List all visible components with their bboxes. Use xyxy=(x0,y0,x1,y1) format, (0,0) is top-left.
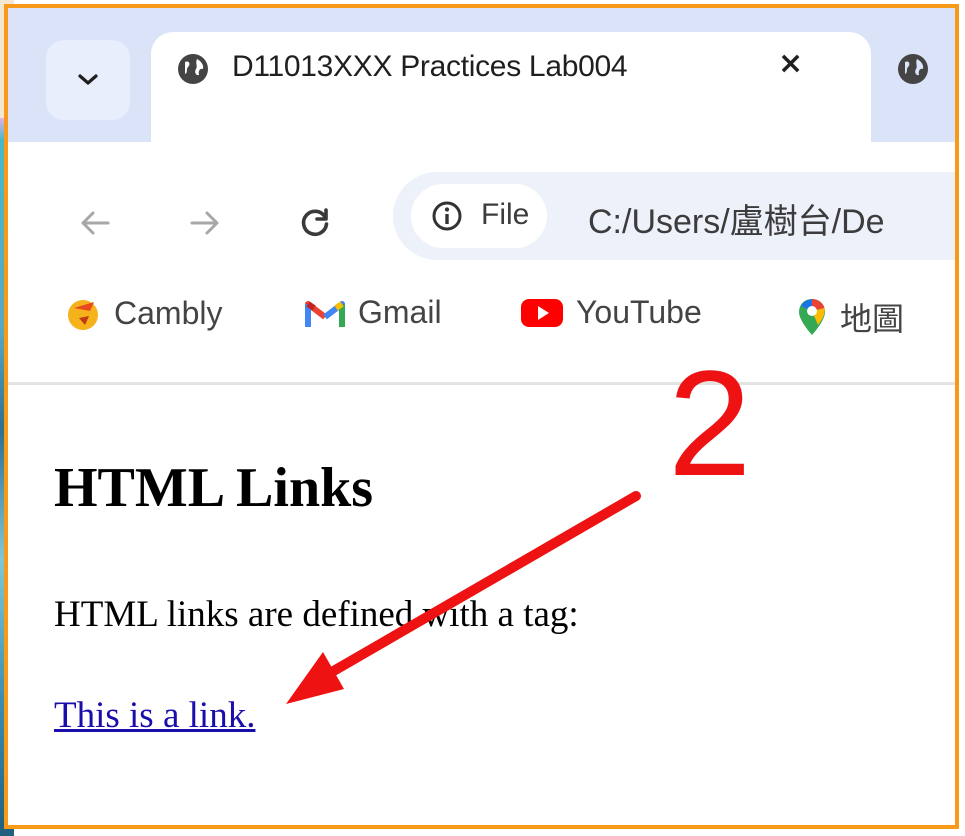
annotation-arrow-icon xyxy=(286,491,641,704)
